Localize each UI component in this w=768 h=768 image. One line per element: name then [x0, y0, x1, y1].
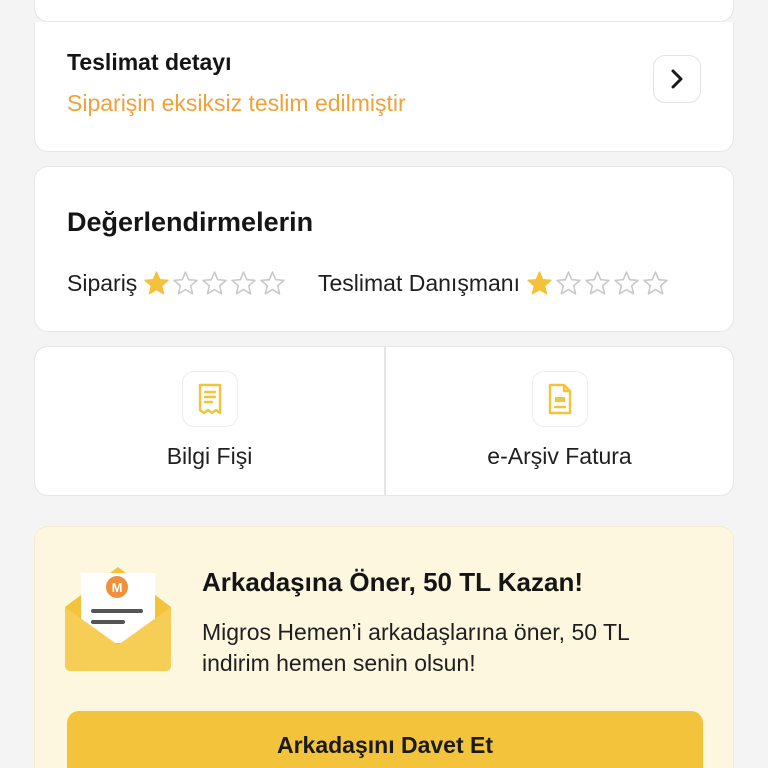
star-filled-icon[interactable]: [143, 270, 170, 297]
receipt-icon-box: [181, 371, 238, 427]
delivery-detail-title: Teslimat detayı: [67, 49, 232, 75]
receipt-icon: [198, 383, 221, 415]
invoice-label: e-Arşiv Fatura: [487, 443, 632, 469]
ratings-title: Değerlendirmelerin: [67, 207, 314, 237]
ratings-card: Değerlendirmelerin Sipariş Teslimat Danı…: [34, 166, 734, 332]
order-rating: Sipariş: [67, 270, 288, 297]
receipt-label: Bilgi Fişi: [166, 443, 253, 469]
referral-card: M Arkadaşına Öner, 50 TL Kazan! Migros H…: [34, 526, 734, 768]
invoice-icon-box: [531, 371, 588, 427]
star-empty-icon[interactable]: [642, 270, 669, 297]
order-summary-card: [34, 0, 734, 22]
referral-title: Arkadaşına Öner, 50 TL Kazan!: [202, 567, 583, 597]
chevron-right-icon: [671, 69, 683, 89]
star-empty-icon[interactable]: [259, 270, 286, 297]
receipt-button[interactable]: Bilgi Fişi: [35, 347, 384, 495]
invite-friend-button[interactable]: Arkadaşını Davet Et: [67, 711, 703, 768]
star-empty-icon[interactable]: [172, 270, 199, 297]
delivery-detail-card[interactable]: Teslimat detayı Siparişin eksiksiz tesli…: [34, 22, 734, 152]
star-empty-icon[interactable]: [201, 270, 228, 297]
order-detail-page: Teslimat detayı Siparişin eksiksiz tesli…: [0, 0, 768, 768]
order-rating-label: Sipariş: [67, 270, 138, 296]
star-empty-icon[interactable]: [613, 270, 640, 297]
order-rating-stars[interactable]: [143, 270, 288, 297]
delivery-status-text: Siparişin eksiksiz teslim edilmiştir: [67, 90, 406, 116]
badge-letter: M: [112, 580, 123, 595]
invoice-button[interactable]: e-Arşiv Fatura: [385, 347, 734, 495]
courier-rating-label: Teslimat Danışmanı: [318, 270, 520, 296]
courier-rating: Teslimat Danışmanı: [318, 270, 671, 297]
star-empty-icon[interactable]: [555, 270, 582, 297]
referral-description: Migros Hemen’i arkadaşlarına öner, 50 TL…: [202, 619, 629, 676]
star-filled-icon[interactable]: [526, 270, 553, 297]
courier-rating-stars[interactable]: [526, 270, 671, 297]
star-empty-icon[interactable]: [230, 270, 257, 297]
envelope-invite-icon: M: [65, 567, 171, 671]
delivery-detail-button[interactable]: [653, 55, 701, 103]
invoice-icon: [548, 383, 571, 415]
documents-card: Bilgi Fişi e-Arşiv Fatura: [34, 346, 734, 496]
star-empty-icon[interactable]: [584, 270, 611, 297]
